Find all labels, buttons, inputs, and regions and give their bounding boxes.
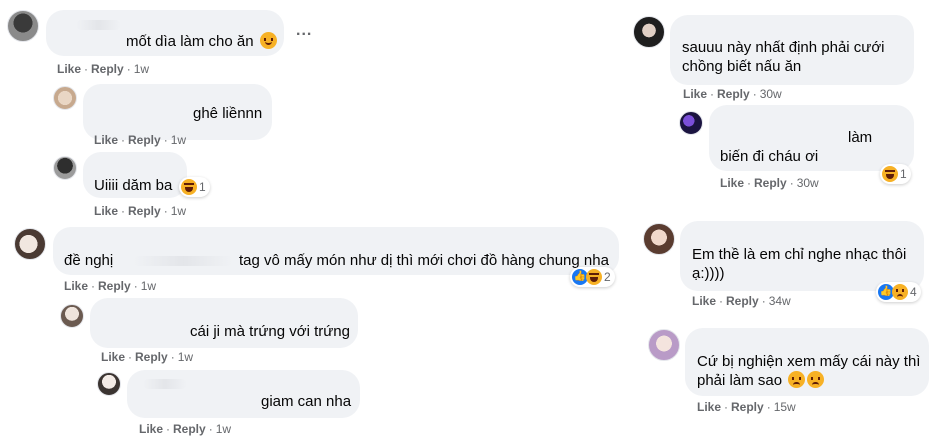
comment-bubble: mốt dìa làm cho ăn [46,10,284,56]
haha-reaction-icon [882,166,898,182]
like-link[interactable]: Like [64,279,88,293]
avatar[interactable] [643,223,675,255]
comment-text-line2: ạ:)))) [692,265,725,282]
like-link[interactable]: Like [697,400,721,414]
reaction-count: 2 [604,270,611,284]
like-link[interactable]: Like [692,294,716,308]
like-link[interactable]: Like [101,350,125,364]
comment-actions: Like · Reply · 1w [94,133,187,147]
reply-link[interactable]: Reply [754,176,787,190]
comment-bubble: Uiiii dăm ba [83,152,187,198]
reply-link[interactable]: Reply [731,400,764,414]
comment-bubble: giam can nha [127,370,360,418]
author-name-blurred[interactable] [143,379,187,389]
sad-reaction-icon [892,284,908,300]
comment-actions: Like · Reply · 1w [94,204,187,218]
avatar[interactable] [633,16,665,48]
like-link[interactable]: Like [139,422,163,436]
reaction-summary[interactable]: 👍 4 [876,282,921,302]
reaction-summary[interactable]: 1 [880,164,911,184]
timestamp[interactable]: 1w [171,133,186,147]
timestamp[interactable]: 1w [134,62,149,76]
comment-text-line1: sauuu này nhất định phải cưới [682,39,885,56]
author-name-blurred[interactable] [76,20,121,30]
comment-bubble: làm biến đi cháu ơi [709,105,914,171]
comment-actions: Like · Reply · 15w [697,400,796,414]
comment-text-line2: chồng biết nấu ăn [682,58,802,75]
reply-link[interactable]: Reply [128,204,161,218]
reply-link[interactable]: Reply [98,279,131,293]
comment-actions: Like · Reply · 1w [64,279,157,293]
comment-bubble: Cứ bị nghiện xem mấy cái này thì phải là… [685,328,929,396]
timestamp[interactable]: 1w [178,350,193,364]
like-link[interactable]: Like [94,204,118,218]
reaction-count: 1 [900,167,907,181]
timestamp[interactable]: 1w [141,279,156,293]
smile-emoji-icon [259,32,277,49]
comment-actions: Like · Reply · 1w [101,350,194,364]
like-link[interactable]: Like [720,176,744,190]
avatar[interactable] [7,10,39,42]
comment-text-line1: Em thề là em chỉ nghe nhạc thôi [692,246,907,263]
haha-reaction-icon [181,179,197,195]
avatar[interactable] [60,304,84,328]
timestamp[interactable]: 1w [171,204,186,218]
avatar[interactable] [648,329,680,361]
timestamp[interactable]: 30w [760,87,782,101]
reply-link[interactable]: Reply [717,87,750,101]
comment-text-part2: tag vô mấy món như dị thì mới chơi đồ hà… [239,252,609,269]
comment-text-line2: biến đi cháu ơi [720,148,819,165]
reaction-count: 1 [199,180,206,194]
comment-actions: Like · Reply · 1w [139,422,232,436]
like-link[interactable]: Like [57,62,81,76]
sad-emoji-icon [807,371,825,388]
comment-text: giam can nha [261,393,352,410]
comment-text: ghê liềnnn [193,105,263,122]
reply-link[interactable]: Reply [91,62,124,76]
comment-text-line2: phải làm sao [697,372,783,389]
reply-link[interactable]: Reply [173,422,206,436]
comment-bubble: đề nghị tag vô mấy món như dị thì mới ch… [53,227,619,275]
comment-text: cái ji mà trứng với trứng [190,323,350,340]
avatar[interactable] [53,156,77,180]
reaction-summary[interactable]: 👍 2 [570,267,615,287]
timestamp[interactable]: 1w [216,422,231,436]
tagged-name-blurred[interactable] [133,256,233,266]
comment-text-part1: đề nghị [64,252,114,269]
sad-emoji-icon [788,371,806,388]
like-link[interactable]: Like [94,133,118,147]
comment-text-line1: Cứ bị nghiện xem mấy cái này thì [697,353,921,370]
comment-actions: Like · Reply · 1w [57,62,150,76]
comment-text-line1: làm [848,129,873,146]
reaction-summary[interactable]: 1 [179,177,210,197]
avatar[interactable] [679,111,703,135]
avatar[interactable] [14,228,46,260]
comment-text: Uiiii dăm ba [94,177,173,194]
comment-actions: Like · Reply · 30w [720,176,819,190]
comment-actions: Like · Reply · 34w [692,294,791,308]
reaction-count: 4 [910,285,917,299]
avatar[interactable] [53,86,77,110]
reply-link[interactable]: Reply [135,350,168,364]
timestamp[interactable]: 15w [774,400,796,414]
timestamp[interactable]: 30w [797,176,819,190]
reply-link[interactable]: Reply [128,133,161,147]
timestamp[interactable]: 34w [769,294,791,308]
haha-reaction-icon [586,269,602,285]
comment-bubble: sauuu này nhất định phải cưới chồng biết… [670,15,914,85]
comment-text: mốt dìa làm cho ăn [126,33,254,50]
like-link[interactable]: Like [683,87,707,101]
comment-bubble: Em thề là em chỉ nghe nhạc thôi ạ:)))) [680,221,924,291]
comment-bubble: cái ji mà trứng với trứng [90,298,358,348]
comment-actions: Like · Reply · 30w [683,87,782,101]
more-options-icon[interactable]: ... [296,22,312,40]
reply-link[interactable]: Reply [726,294,759,308]
avatar[interactable] [97,372,121,396]
